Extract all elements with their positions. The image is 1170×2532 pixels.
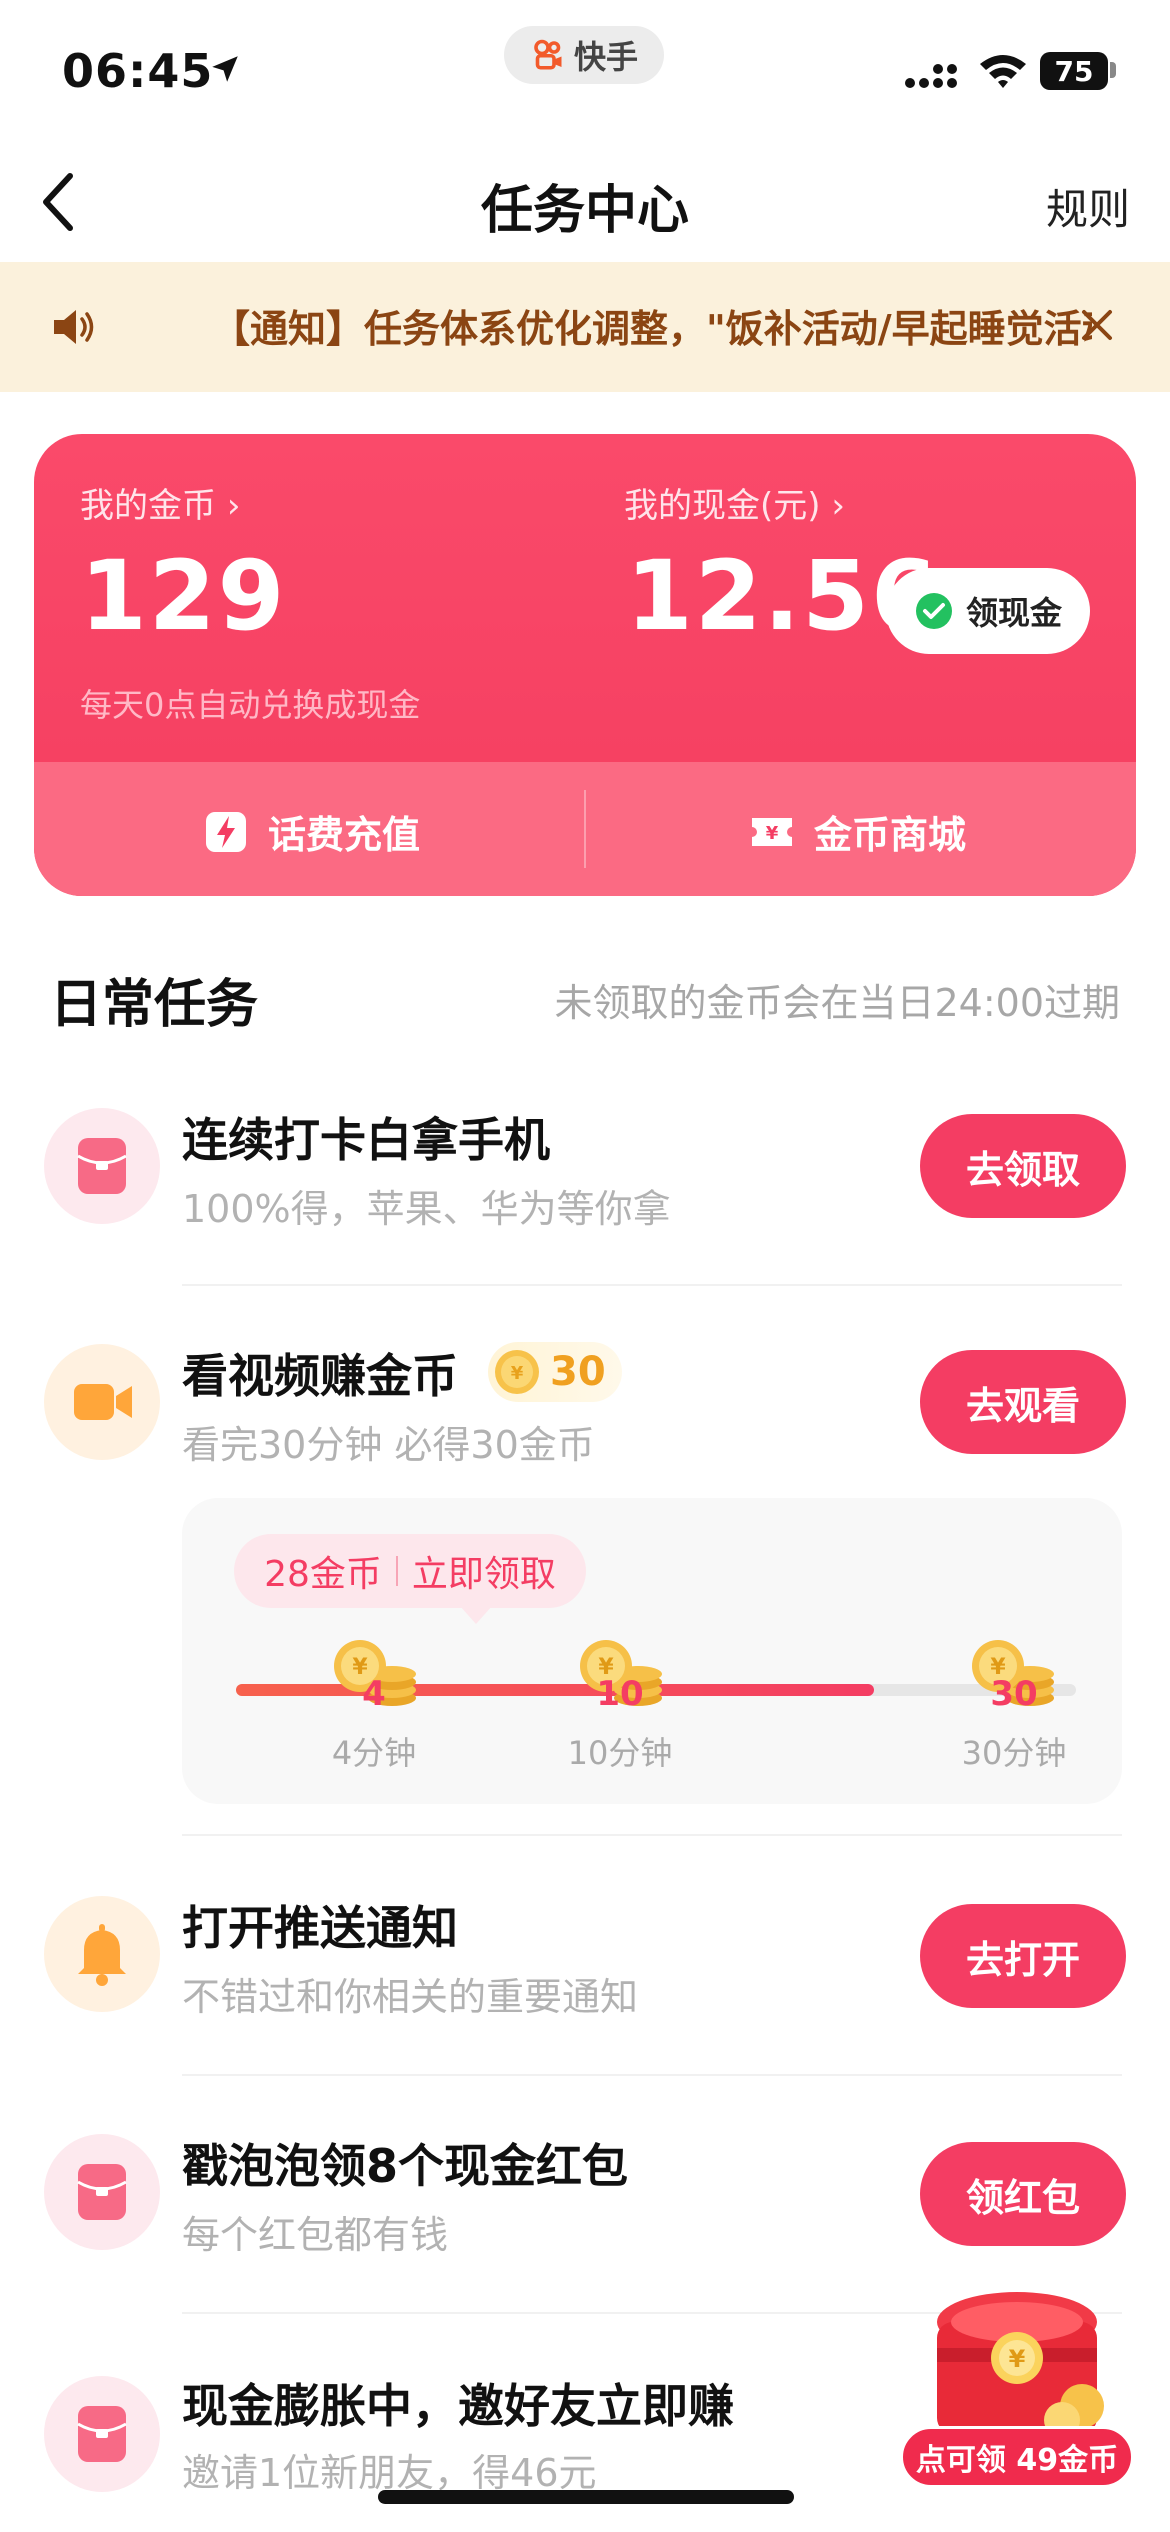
task-title: 打开推送通知 bbox=[182, 1901, 458, 1955]
battery-indicator: 75 bbox=[1040, 52, 1108, 90]
coupon-icon: ¥ bbox=[752, 817, 792, 846]
task-icon-wrap bbox=[44, 1108, 160, 1224]
milestone-label: 10分钟 bbox=[567, 1734, 673, 1772]
task-divider bbox=[182, 2074, 1122, 2076]
bubble-separator bbox=[395, 1556, 398, 1586]
claim-coins-bubble[interactable]: 28金币 立即领取 bbox=[234, 1534, 586, 1608]
task-subtitle: 邀请1位新朋友，得46元 bbox=[182, 2451, 597, 2495]
milestone-coins: 30 bbox=[990, 1674, 1038, 1714]
daily-tasks-note: 未领取的金币会在当日24:00过期 bbox=[554, 981, 1120, 1025]
coin-reward-value: 30 bbox=[550, 1349, 606, 1395]
task-title: 戳泡泡领8个现金红包 bbox=[182, 2139, 629, 2193]
milestone-label: 4分钟 bbox=[331, 1734, 417, 1772]
page-title: 任务中心 bbox=[480, 181, 689, 241]
coin-reward-badge: ¥ 30 bbox=[488, 1342, 622, 1402]
milestone-label: 30分钟 bbox=[961, 1734, 1067, 1772]
app-indicator-pill[interactable]: 快手 bbox=[504, 26, 664, 84]
signal-icon bbox=[905, 64, 957, 88]
kuaishou-logo-icon bbox=[534, 39, 562, 70]
daily-tasks-title: 日常任务 bbox=[50, 975, 259, 1035]
wallet-actions-divider bbox=[584, 790, 586, 868]
bell-icon bbox=[78, 1924, 126, 1986]
svg-text:¥: ¥ bbox=[1009, 2345, 1026, 2373]
task-icon-wrap bbox=[44, 1896, 160, 2012]
bubble-tail bbox=[460, 1606, 492, 1624]
coins-note: 每天0点自动兑换成现金 bbox=[80, 686, 421, 724]
cash-label: 我的现金(元) bbox=[624, 486, 821, 526]
enable-push-button[interactable]: 去打开 bbox=[920, 1904, 1126, 2008]
task-title: 看视频赚金币 bbox=[182, 1349, 458, 1403]
task-subtitle: 每个红包都有钱 bbox=[182, 2213, 449, 2257]
svg-text:¥: ¥ bbox=[511, 1363, 524, 1384]
task-title: 连续打卡白拿手机 bbox=[182, 1113, 550, 1167]
coin-icon: ¥ bbox=[495, 1350, 539, 1394]
phone-recharge-label: 话费充值 bbox=[268, 813, 421, 857]
wallet-card: 我的金币 › 129 每天0点自动兑换成现金 我的现金(元) › 12.56 领… bbox=[34, 434, 1136, 896]
location-arrow-icon bbox=[212, 56, 238, 82]
coin-mall-label: 金币商城 bbox=[814, 813, 967, 857]
svg-text:¥: ¥ bbox=[766, 823, 779, 844]
task-icon-wrap bbox=[44, 2376, 160, 2492]
cash-label-row[interactable]: 我的现金(元) › bbox=[624, 478, 845, 527]
video-camera-icon bbox=[74, 1384, 132, 1420]
phone-recharge-button[interactable]: 话费充值 bbox=[204, 804, 420, 859]
coin-mall-button[interactable]: ¥ 金币商城 bbox=[750, 804, 966, 859]
red-envelope-icon bbox=[77, 1138, 127, 1194]
milestone-coins: 10 bbox=[596, 1674, 644, 1714]
lightning-icon bbox=[206, 811, 246, 852]
claim-coins-amount: 28金币 bbox=[264, 1554, 382, 1595]
red-envelope-icon bbox=[77, 2406, 127, 2462]
wifi-icon bbox=[980, 55, 1026, 88]
close-icon[interactable] bbox=[1080, 308, 1114, 342]
coins-label: 我的金币 bbox=[80, 486, 216, 526]
withdraw-cash-button[interactable]: 领现金 bbox=[886, 568, 1090, 654]
notice-text: 【通知】任务体系优化调整，"饭补活动/早起睡觉活动" bbox=[212, 307, 1092, 351]
claim-red-envelope-button[interactable]: 领红包 bbox=[920, 2142, 1126, 2246]
claim-phone-button[interactable]: 去领取 bbox=[920, 1114, 1126, 1218]
battery-tip bbox=[1110, 62, 1116, 78]
home-indicator bbox=[378, 2490, 794, 2504]
reward-pill[interactable]: 点可领 49金币 bbox=[900, 2426, 1134, 2488]
task-subtitle: 不错过和你相关的重要通知 bbox=[182, 1975, 639, 2019]
task-subtitle: 看完30分钟 必得30金币 bbox=[182, 1423, 595, 1467]
task-icon-wrap bbox=[44, 2134, 160, 2250]
speaker-icon bbox=[54, 310, 94, 344]
red-envelope-icon bbox=[77, 2164, 127, 2220]
chevron-right-icon: › bbox=[831, 486, 845, 526]
task-subtitle: 100%得，苹果、华为等你拿 bbox=[182, 1187, 671, 1231]
task-divider bbox=[182, 1834, 1122, 1836]
status-time: 06:45 bbox=[62, 44, 214, 98]
rules-link[interactable]: 规则 bbox=[1046, 176, 1130, 237]
milestone-coins: 4 bbox=[362, 1674, 386, 1714]
coins-value: 129 bbox=[80, 540, 287, 652]
task-icon-wrap bbox=[44, 1344, 160, 1460]
task-title: 现金膨胀中，邀好友立即赚 bbox=[182, 2379, 734, 2433]
wechat-check-icon bbox=[915, 593, 952, 629]
task-divider bbox=[182, 1284, 1122, 1286]
app-name: 快手 bbox=[573, 38, 638, 76]
withdraw-label: 领现金 bbox=[965, 594, 1062, 632]
chevron-right-icon: › bbox=[226, 486, 241, 526]
watch-video-button[interactable]: 去观看 bbox=[920, 1350, 1126, 1454]
coins-label-row[interactable]: 我的金币 › bbox=[80, 478, 240, 527]
claim-action: 立即领取 bbox=[411, 1554, 556, 1595]
